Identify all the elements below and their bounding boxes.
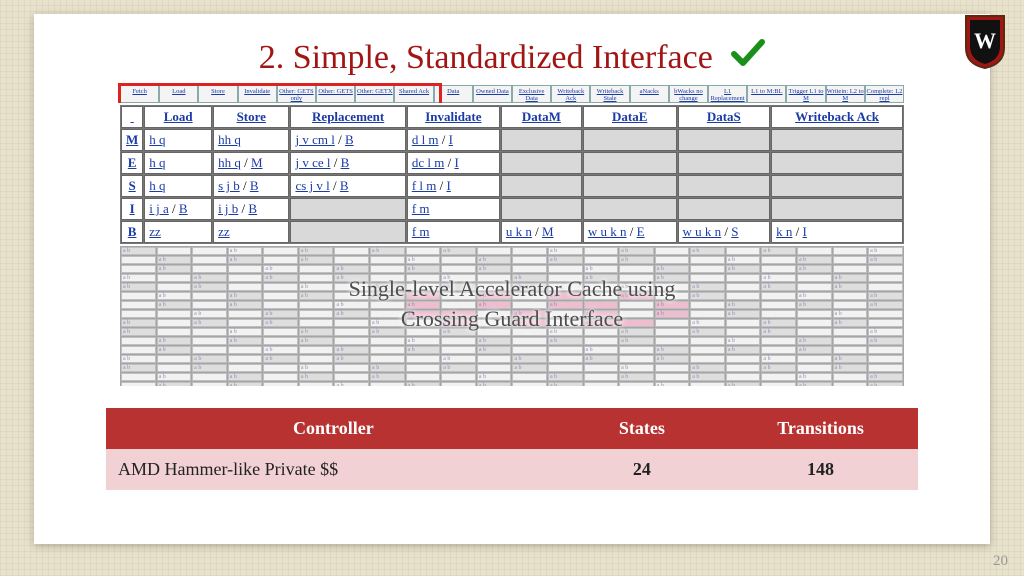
table-cell [771, 152, 903, 174]
table-cell [771, 175, 903, 197]
table-cell: i j b / B [213, 198, 289, 220]
slide-title: 2. Simple, Standardized Interface [34, 38, 990, 77]
cell-transitions: 148 [723, 449, 918, 490]
table-cell: h q [144, 129, 212, 151]
top-strip-cell: Writein: L2 to M [826, 85, 865, 103]
top-strip-cell: L1 to M:BL [747, 85, 786, 103]
table-cell [771, 129, 903, 151]
col-header: Store [213, 106, 289, 128]
col-header: Invalidate [407, 106, 500, 128]
table-cell: j v ce l / B [290, 152, 405, 174]
table-cell: d l m / I [407, 129, 500, 151]
table-cell: k n / I [771, 221, 903, 243]
table-cell [583, 198, 677, 220]
col-header: DataE [583, 106, 677, 128]
background-detail-table: a ba ba ba ba ba ba ba ba ba ba ba ba ba… [120, 246, 904, 386]
top-strip-cell: Fetch [120, 85, 159, 103]
col-transitions: Transitions [723, 408, 918, 449]
table-cell: s j b / B [213, 175, 289, 197]
table-cell [290, 198, 405, 220]
svg-text:W: W [974, 28, 996, 53]
table-cell [583, 152, 677, 174]
table-cell: u k n / M [501, 221, 582, 243]
row-header: S [121, 175, 143, 197]
table-cell: w u k n / E [583, 221, 677, 243]
checkmark-icon [731, 38, 765, 77]
col-states: States [561, 408, 723, 449]
row-header: E [121, 152, 143, 174]
top-strip-cell: Owned Data [473, 85, 512, 103]
top-strip-cell: bWacks no change [669, 85, 708, 103]
table-cell [290, 221, 405, 243]
top-strip-cell: Writeback Stale [590, 85, 629, 103]
table-cell: w u k n / S [678, 221, 771, 243]
table-cell [583, 129, 677, 151]
overlay-caption: Single-level Accelerator Cache using Cro… [120, 274, 904, 333]
top-strip-cell: Load [159, 85, 198, 103]
table-cell [678, 198, 771, 220]
top-strip-cell: Shared Ack [394, 85, 433, 103]
summary-header-row: Controller States Transitions [106, 408, 918, 449]
col-header: Writeback Ack [771, 106, 903, 128]
row-header: B [121, 221, 143, 243]
row-header: M [121, 129, 143, 151]
top-strip-cell: Writeback Ack [551, 85, 590, 103]
table-cell: h q [144, 175, 212, 197]
overlay-line-2: Crossing Guard Interface [401, 306, 623, 331]
cell-states: 24 [561, 449, 723, 490]
top-strip-cell: Invalidate [238, 85, 277, 103]
table-cell: f m [407, 221, 500, 243]
top-strip-cell: Exclusive Data [512, 85, 551, 103]
table-cell: cs j v l / B [290, 175, 405, 197]
top-strip-cell: Other: GETS [316, 85, 355, 103]
table-cell: zz [144, 221, 212, 243]
table-cell: hh q / M [213, 152, 289, 174]
summary-data-row: AMD Hammer-like Private $$ 24 148 [106, 449, 918, 490]
col-header: DataS [678, 106, 771, 128]
table-cell [583, 175, 677, 197]
cell-controller: AMD Hammer-like Private $$ [106, 449, 561, 490]
table-cell: i j a / B [144, 198, 212, 220]
col-header: Load [144, 106, 212, 128]
summary-table: Controller States Transitions AMD Hammer… [106, 408, 918, 490]
top-strip-cell: Data [434, 85, 473, 103]
table-cell [678, 175, 771, 197]
table-cell: hh q [213, 129, 289, 151]
page-number: 20 [993, 553, 1008, 570]
col-header [121, 106, 143, 128]
col-header: Replacement [290, 106, 405, 128]
table-cell [678, 129, 771, 151]
table-cell [501, 152, 582, 174]
top-strip-row: FetchLoadStoreInvalidateOther: GETS only… [120, 85, 904, 103]
top-strip-cell: Store [198, 85, 237, 103]
state-table-wrap: FetchLoadStoreInvalidateOther: GETS only… [120, 85, 904, 244]
table-cell: zz [213, 221, 289, 243]
state-transition-table: LoadStoreReplacementInvalidateDataMDataE… [120, 105, 904, 244]
top-strip-cell: Other: GETS only [277, 85, 316, 103]
col-header: DataM [501, 106, 582, 128]
table-cell [501, 129, 582, 151]
table-cell [501, 175, 582, 197]
table-cell: h q [144, 152, 212, 174]
university-crest-icon: W [964, 14, 1006, 70]
table-cell: dc l m / I [407, 152, 500, 174]
top-strip-cell: Trigger L1 to M [786, 85, 825, 103]
table-cell: j v cm l / B [290, 129, 405, 151]
top-strip-cell: L1 Replacement [708, 85, 747, 103]
table-cell: f l m / I [407, 175, 500, 197]
table-cell: f m [407, 198, 500, 220]
row-header: I [121, 198, 143, 220]
top-strip-cell: Other: GETX [355, 85, 394, 103]
table-cell [501, 198, 582, 220]
title-text: 2. Simple, Standardized Interface [259, 39, 713, 76]
top-strip-cell: Complete: L2 repl [865, 85, 904, 103]
overlay-line-1: Single-level Accelerator Cache using [349, 276, 676, 301]
top-strip-cell: aNacks [630, 85, 669, 103]
col-controller: Controller [106, 408, 561, 449]
table-cell [771, 198, 903, 220]
slide: 2. Simple, Standardized Interface FetchL… [34, 14, 990, 544]
table-cell [678, 152, 771, 174]
